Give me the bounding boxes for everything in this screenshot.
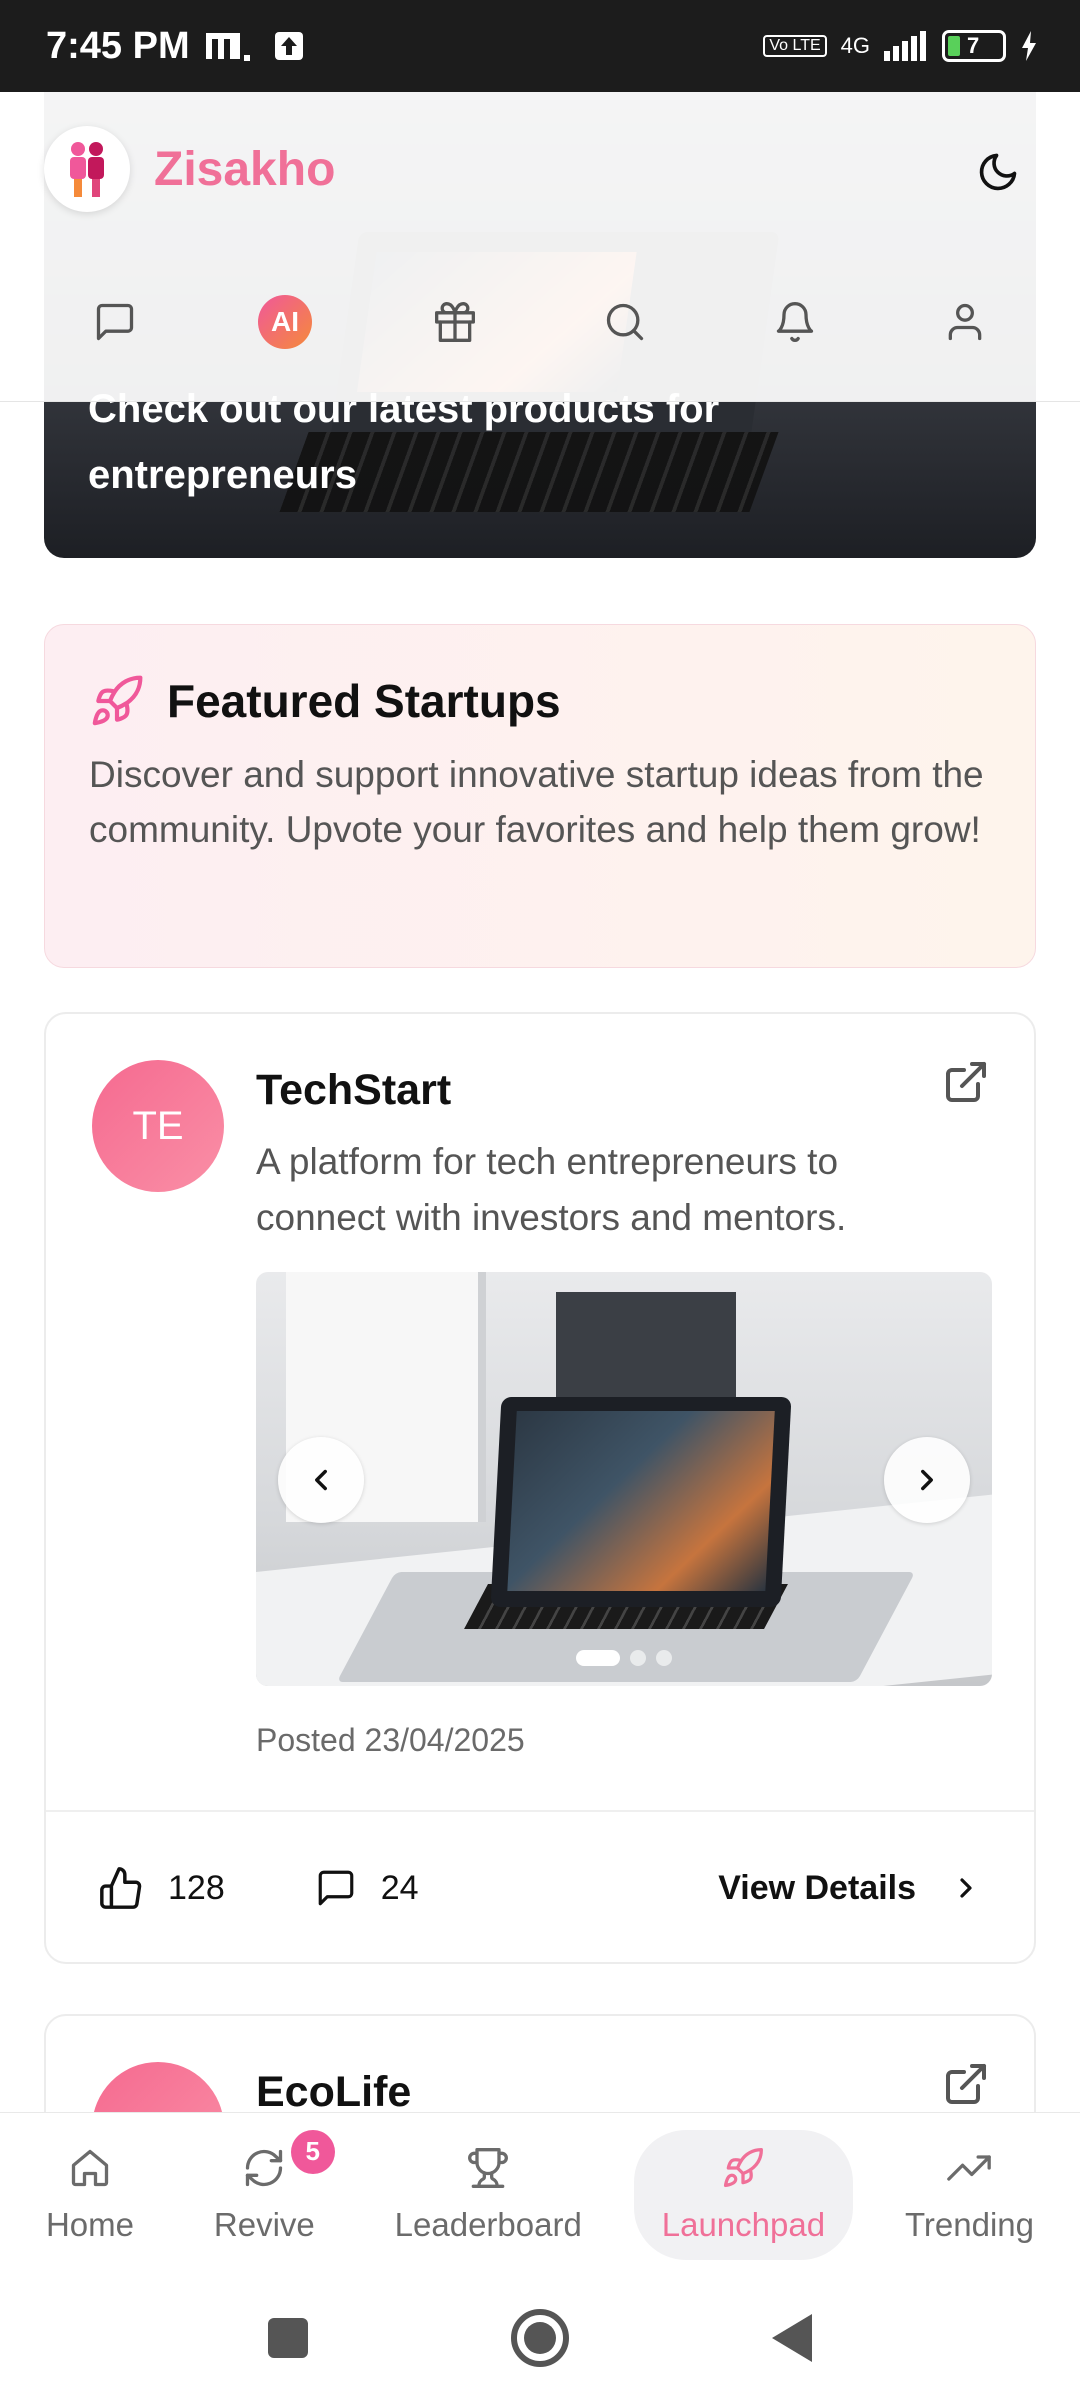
header-icon-row: AI xyxy=(0,282,1080,362)
thumbs-up-icon xyxy=(100,1867,142,1909)
likes-count: 128 xyxy=(168,1868,225,1907)
upvote-button[interactable]: 128 xyxy=(98,1865,225,1911)
chevron-right-icon xyxy=(960,1878,972,1898)
comment-icon xyxy=(318,1870,354,1906)
brand[interactable]: Zisakho xyxy=(44,126,335,212)
revive-badge: 5 xyxy=(290,2129,335,2174)
featured-startups-panel: Featured Startups Discover and support i… xyxy=(44,624,1036,968)
back-button-icon[interactable] xyxy=(770,2312,814,2364)
carousel-dot-active[interactable] xyxy=(576,1650,620,1666)
external-link-icon[interactable] xyxy=(942,1058,990,1106)
status-left: 7:45 PM xyxy=(46,25,304,68)
chevron-left-icon xyxy=(315,1469,327,1491)
status-time: 7:45 PM xyxy=(46,24,190,67)
theme-toggle-button[interactable] xyxy=(970,144,1026,200)
carousel-dot[interactable] xyxy=(630,1650,646,1666)
tab-launchpad-label: Launchpad xyxy=(661,2205,826,2243)
search-icon xyxy=(606,303,644,341)
featured-title-text: Featured Startups xyxy=(167,675,561,727)
tab-trending[interactable]: Trending xyxy=(877,2130,1062,2260)
comments-count: 24 xyxy=(380,1868,419,1907)
view-details-button[interactable]: View Details xyxy=(718,1869,982,1908)
notifications-button[interactable] xyxy=(755,282,835,362)
trophy-icon xyxy=(468,2147,509,2188)
carousel-image-laptop-screen xyxy=(490,1397,792,1607)
trending-icon xyxy=(947,2154,992,2181)
upload-icon xyxy=(274,32,303,60)
tab-revive-label: Revive xyxy=(213,2205,315,2243)
logo-icon xyxy=(70,142,104,197)
search-button[interactable] xyxy=(585,282,665,362)
tab-launchpad[interactable]: Launchpad xyxy=(633,2129,854,2260)
moon-icon xyxy=(979,153,1017,191)
battery-level: 7 xyxy=(967,33,980,58)
network-label: 4G xyxy=(840,33,870,58)
startup-card[interactable]: EC EcoLife xyxy=(44,2014,1036,2112)
status-bar: 7:45 PM Vo LTE 4G 7 xyxy=(0,0,1080,92)
app-notification-icon xyxy=(205,33,250,61)
tab-leaderboard[interactable]: Leaderboard xyxy=(367,2130,610,2260)
ai-button[interactable]: AI xyxy=(245,282,325,362)
bottom-navigation: Home Revive 5 Leaderboard Launchpad Tren… xyxy=(0,2112,1080,2276)
startup-avatar: EC xyxy=(92,2062,224,2112)
external-link-icon[interactable] xyxy=(942,2060,990,2108)
card-actions: 128 24 View Details xyxy=(46,1810,1034,1962)
startup-description: A platform for tech entrepreneurs to con… xyxy=(256,1141,847,1238)
tab-trending-label: Trending xyxy=(904,2205,1034,2243)
view-details-label: View Details xyxy=(718,1868,916,1907)
brand-name: Zisakho xyxy=(154,142,336,196)
tab-home-label: Home xyxy=(45,2205,134,2243)
posted-date: Posted 23/04/2025 xyxy=(256,1722,525,1758)
startup-name: TechStart xyxy=(256,1066,452,1114)
messages-button[interactable] xyxy=(75,282,155,362)
carousel-dot[interactable] xyxy=(656,1650,672,1666)
rocket-icon xyxy=(724,2147,764,2187)
status-right: Vo LTE 4G 7 xyxy=(763,30,1038,62)
bell-icon xyxy=(776,302,814,342)
startup-avatar: TE xyxy=(92,1060,224,1192)
comments-button[interactable]: 24 xyxy=(315,1867,419,1909)
featured-title: Featured Startups xyxy=(89,673,991,729)
tab-leaderboard-label: Leaderboard xyxy=(394,2205,582,2243)
tab-home[interactable]: Home xyxy=(18,2130,162,2260)
chat-icon xyxy=(96,303,134,341)
refresh-icon xyxy=(246,2149,283,2186)
startup-card[interactable]: TE TechStart A platform for tech entrepr… xyxy=(44,1012,1036,1964)
system-navigation-bar xyxy=(0,2276,1080,2400)
profile-button[interactable] xyxy=(925,282,1005,362)
carousel-dots xyxy=(256,1650,992,1666)
app-logo xyxy=(44,126,130,212)
rocket-icon xyxy=(92,675,143,726)
carousel-prev-button[interactable] xyxy=(278,1437,364,1523)
recents-button-icon[interactable] xyxy=(266,2316,310,2360)
startup-name: EcoLife xyxy=(256,2068,412,2112)
carousel-next-button[interactable] xyxy=(884,1437,970,1523)
charging-icon xyxy=(1022,31,1036,61)
ai-icon: AI xyxy=(258,295,312,349)
home-button-icon[interactable] xyxy=(510,2308,570,2368)
signal-icon xyxy=(884,31,926,61)
tab-revive[interactable]: Revive 5 xyxy=(186,2129,343,2260)
battery-icon: 7 xyxy=(942,30,1006,62)
chevron-right-icon xyxy=(921,1469,933,1491)
featured-description: Discover and support innovative startup … xyxy=(89,754,984,850)
app-header: Zisakho AI xyxy=(0,92,1080,402)
gift-icon xyxy=(435,302,475,342)
home-icon xyxy=(71,2149,109,2186)
rewards-button[interactable] xyxy=(415,282,495,362)
startup-image-carousel[interactable] xyxy=(256,1272,992,1686)
volte-icon: Vo LTE xyxy=(763,35,827,57)
user-icon xyxy=(948,303,982,341)
